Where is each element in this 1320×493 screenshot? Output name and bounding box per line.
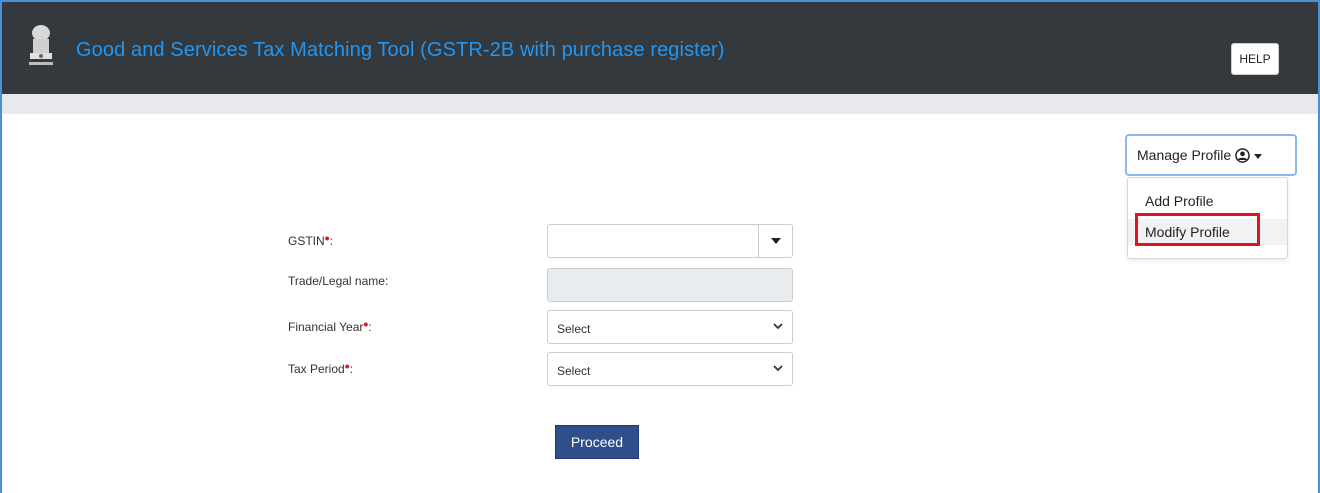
trade-name-field — [547, 268, 793, 302]
manage-profile-label: Manage Profile — [1137, 147, 1232, 163]
chevron-down-icon — [1254, 153, 1263, 159]
app-title: Good and Services Tax Matching Tool (GST… — [76, 39, 725, 61]
gstin-select[interactable] — [547, 224, 793, 258]
trade-name-label: Trade/Legal name: — [288, 274, 389, 288]
header-subbar — [2, 94, 1318, 114]
label-suffix: : — [329, 234, 333, 248]
financial-year-label-text: Financial Year — [288, 320, 364, 334]
gstin-label: GSTIN•: — [288, 230, 333, 248]
chevron-down-icon — [773, 323, 783, 330]
proceed-button[interactable]: Proceed — [555, 425, 639, 459]
profile-dropdown-menu: Add Profile Modify Profile — [1127, 177, 1288, 259]
gstin-label-text: GSTIN — [288, 234, 325, 248]
caret-down-icon — [770, 238, 781, 244]
app-header: Good and Services Tax Matching Tool (GST… — [2, 2, 1318, 94]
financial-year-label: Financial Year•: — [288, 316, 372, 334]
financial-year-value: Select — [557, 322, 591, 336]
menu-item-modify-profile[interactable]: Modify Profile — [1128, 219, 1287, 245]
tax-period-label: Tax Period•: — [288, 358, 353, 376]
help-button[interactable]: HELP — [1231, 43, 1279, 75]
app-frame: Good and Services Tax Matching Tool (GST… — [0, 0, 1320, 493]
chevron-down-icon — [773, 365, 783, 372]
user-circle-icon — [1235, 147, 1250, 163]
national-emblem-icon — [26, 24, 56, 70]
financial-year-select[interactable]: Select — [547, 310, 793, 344]
manage-profile-button[interactable]: Manage Profile — [1125, 134, 1297, 176]
label-suffix: : — [349, 362, 353, 376]
tax-period-label-text: Tax Period — [288, 362, 345, 376]
tax-period-value: Select — [557, 364, 591, 378]
menu-item-add-profile[interactable]: Add Profile — [1128, 188, 1287, 214]
tax-period-select[interactable]: Select — [547, 352, 793, 386]
gstin-dropdown-toggle[interactable] — [758, 225, 792, 257]
label-suffix: : — [368, 320, 372, 334]
